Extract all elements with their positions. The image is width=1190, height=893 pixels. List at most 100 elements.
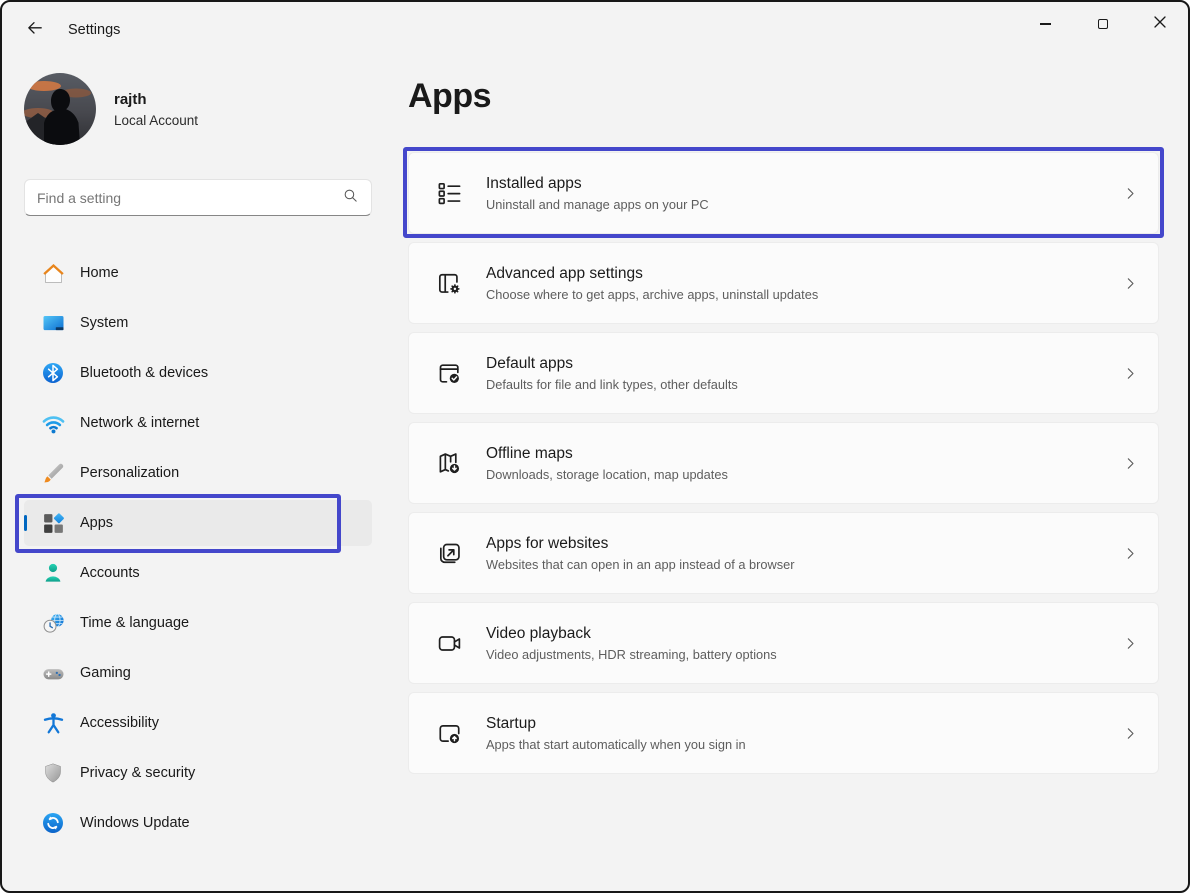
offline-maps-icon [435, 449, 463, 477]
card-subtitle: Choose where to get apps, archive apps, … [486, 286, 819, 302]
card-title: Default apps [486, 354, 574, 372]
card-title: Startup [486, 714, 536, 732]
accounts-icon [40, 560, 66, 586]
gaming-icon [40, 660, 66, 686]
card-text: Startup Apps that start automatically wh… [486, 715, 1099, 752]
card-default-apps[interactable]: Default apps Defaults for file and link … [408, 332, 1159, 414]
card-startup[interactable]: Startup Apps that start automatically wh… [408, 692, 1159, 774]
advanced-app-settings-icon [435, 269, 463, 297]
profile-text: rajth Local Account [114, 91, 198, 128]
sidebar-nav: Home System Bluetooth & devices Network … [24, 250, 372, 846]
card-text: Installed apps Uninstall and manage apps… [486, 175, 1099, 212]
card-text: Advanced app settings Choose where to ge… [486, 265, 1099, 302]
video-playback-icon [435, 629, 463, 657]
sidebar-item-time-language[interactable]: Time & language [24, 600, 372, 646]
chevron-right-icon [1122, 365, 1138, 381]
apps-for-websites-icon [435, 539, 463, 567]
sidebar-item-personalization[interactable]: Personalization [24, 450, 372, 496]
default-apps-icon [435, 359, 463, 387]
window-title: Settings [68, 22, 121, 38]
card-offline-maps[interactable]: Offline maps Downloads, storage location… [408, 422, 1159, 504]
sidebar-item-label: Gaming [80, 665, 131, 681]
sidebar-item-label: Windows Update [80, 815, 190, 831]
close-icon [1153, 15, 1167, 34]
network-icon [40, 410, 66, 436]
profile-name: rajth [114, 90, 147, 108]
search-input[interactable] [37, 189, 342, 206]
caption-buttons [1017, 2, 1188, 46]
sidebar-item-label: Privacy & security [80, 765, 196, 781]
sidebar: rajth Local Account Home [2, 58, 394, 891]
card-apps-for-websites[interactable]: Apps for websites Websites that can open… [408, 512, 1159, 594]
main-content: Apps Installed apps Uninstall and manage… [408, 58, 1159, 782]
chevron-right-icon [1122, 185, 1138, 201]
accessibility-icon [40, 710, 66, 736]
sidebar-item-label: Time & language [80, 615, 190, 631]
minimize-button[interactable] [1017, 2, 1074, 46]
card-installed-apps[interactable]: Installed apps Uninstall and manage apps… [408, 152, 1159, 234]
back-button[interactable] [18, 15, 52, 45]
card-subtitle: Defaults for file and link types, other … [486, 376, 738, 392]
startup-icon [435, 719, 463, 747]
sidebar-item-accounts[interactable]: Accounts [24, 550, 372, 596]
titlebar: Settings [2, 2, 1188, 58]
sidebar-item-home[interactable]: Home [24, 250, 372, 296]
back-arrow-icon [25, 18, 45, 43]
sidebar-item-label: Network & internet [80, 415, 200, 431]
privacy-security-icon [40, 760, 66, 786]
avatar [24, 73, 96, 145]
sidebar-item-label: System [80, 315, 129, 331]
sidebar-item-windows-update[interactable]: Windows Update [24, 800, 372, 846]
card-subtitle: Websites that can open in an app instead… [486, 556, 795, 572]
chevron-right-icon [1122, 275, 1138, 291]
search-icon [342, 187, 359, 209]
sidebar-item-bluetooth-devices[interactable]: Bluetooth & devices [24, 350, 372, 396]
card-subtitle: Apps that start automatically when you s… [486, 736, 746, 752]
settings-window: Settings rajth Local Account Find a sett… [0, 0, 1190, 893]
card-text: Apps for websites Websites that can open… [486, 535, 1099, 572]
card-subtitle: Video adjustments, HDR streaming, batter… [486, 646, 777, 662]
card-title: Apps for websites [486, 534, 609, 552]
apps-icon [40, 510, 66, 536]
bluetooth-icon [40, 360, 66, 386]
maximize-icon [1097, 19, 1108, 29]
card-title: Installed apps [486, 174, 582, 192]
card-advanced-app-settings[interactable]: Advanced app settings Choose where to ge… [408, 242, 1159, 324]
time-language-icon [40, 610, 66, 636]
settings-cards: Installed apps Uninstall and manage apps… [408, 152, 1159, 774]
card-title: Offline maps [486, 444, 573, 462]
page-title: Apps [408, 77, 492, 115]
selected-indicator [24, 515, 27, 531]
windows-update-icon [40, 810, 66, 836]
search-box[interactable] [24, 179, 372, 216]
card-text: Offline maps Downloads, storage location… [486, 445, 1099, 482]
card-video-playback[interactable]: Video playback Video adjustments, HDR st… [408, 602, 1159, 684]
sidebar-item-gaming[interactable]: Gaming [24, 650, 372, 696]
chevron-right-icon [1122, 455, 1138, 471]
user-profile[interactable]: rajth Local Account [24, 72, 394, 146]
card-subtitle: Uninstall and manage apps on your PC [486, 196, 709, 212]
system-icon [40, 310, 66, 336]
card-text: Video playback Video adjustments, HDR st… [486, 625, 1099, 662]
personalization-icon [40, 460, 66, 486]
installed-apps-icon [435, 179, 463, 207]
sidebar-item-apps[interactable]: Apps [24, 500, 372, 546]
card-subtitle: Downloads, storage location, map updates [486, 466, 728, 482]
card-text: Default apps Defaults for file and link … [486, 355, 1099, 392]
sidebar-item-privacy-security[interactable]: Privacy & security [24, 750, 372, 796]
maximize-button[interactable] [1074, 2, 1131, 46]
card-title: Advanced app settings [486, 264, 643, 282]
sidebar-item-label: Accounts [80, 565, 140, 581]
sidebar-item-system[interactable]: System [24, 300, 372, 346]
sidebar-item-accessibility[interactable]: Accessibility [24, 700, 372, 746]
chevron-right-icon [1122, 725, 1138, 741]
sidebar-item-label: Apps [80, 515, 114, 531]
minimize-icon [1040, 23, 1051, 25]
sidebar-item-label: Accessibility [80, 715, 159, 731]
chevron-right-icon [1122, 635, 1138, 651]
sidebar-item-network-internet[interactable]: Network & internet [24, 400, 372, 446]
card-title: Video playback [486, 624, 591, 642]
close-button[interactable] [1131, 2, 1188, 46]
chevron-right-icon [1122, 545, 1138, 561]
home-icon [40, 260, 66, 286]
